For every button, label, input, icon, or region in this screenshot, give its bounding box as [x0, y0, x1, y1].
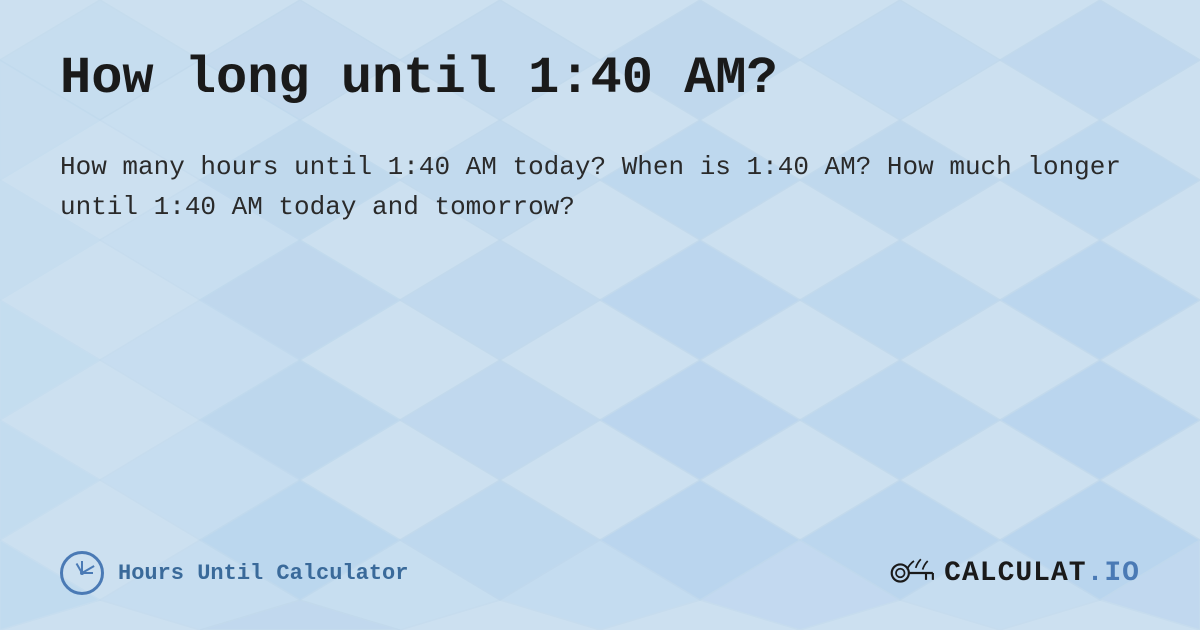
calculat-logo-icon: [890, 555, 938, 591]
clock-minute-hand: [82, 565, 95, 574]
calculat-logo-text: CALCULAT.IO: [944, 558, 1140, 589]
hours-calculator-label: Hours Until Calculator: [118, 561, 408, 586]
page-title: How long until 1:40 AM?: [60, 50, 1140, 107]
clock-icon: [60, 551, 104, 595]
hours-calculator-brand: Hours Until Calculator: [60, 551, 408, 595]
calculat-logo-accent: .IO: [1087, 558, 1140, 589]
clock-center-dot: [80, 571, 84, 575]
page-content: How long until 1:40 AM? How many hours u…: [0, 0, 1200, 630]
page-description: How many hours until 1:40 AM today? When…: [60, 147, 1140, 228]
calculat-logo: CALCULAT.IO: [890, 555, 1140, 591]
footer: Hours Until Calculator CALCULAT.IO: [60, 551, 1140, 595]
